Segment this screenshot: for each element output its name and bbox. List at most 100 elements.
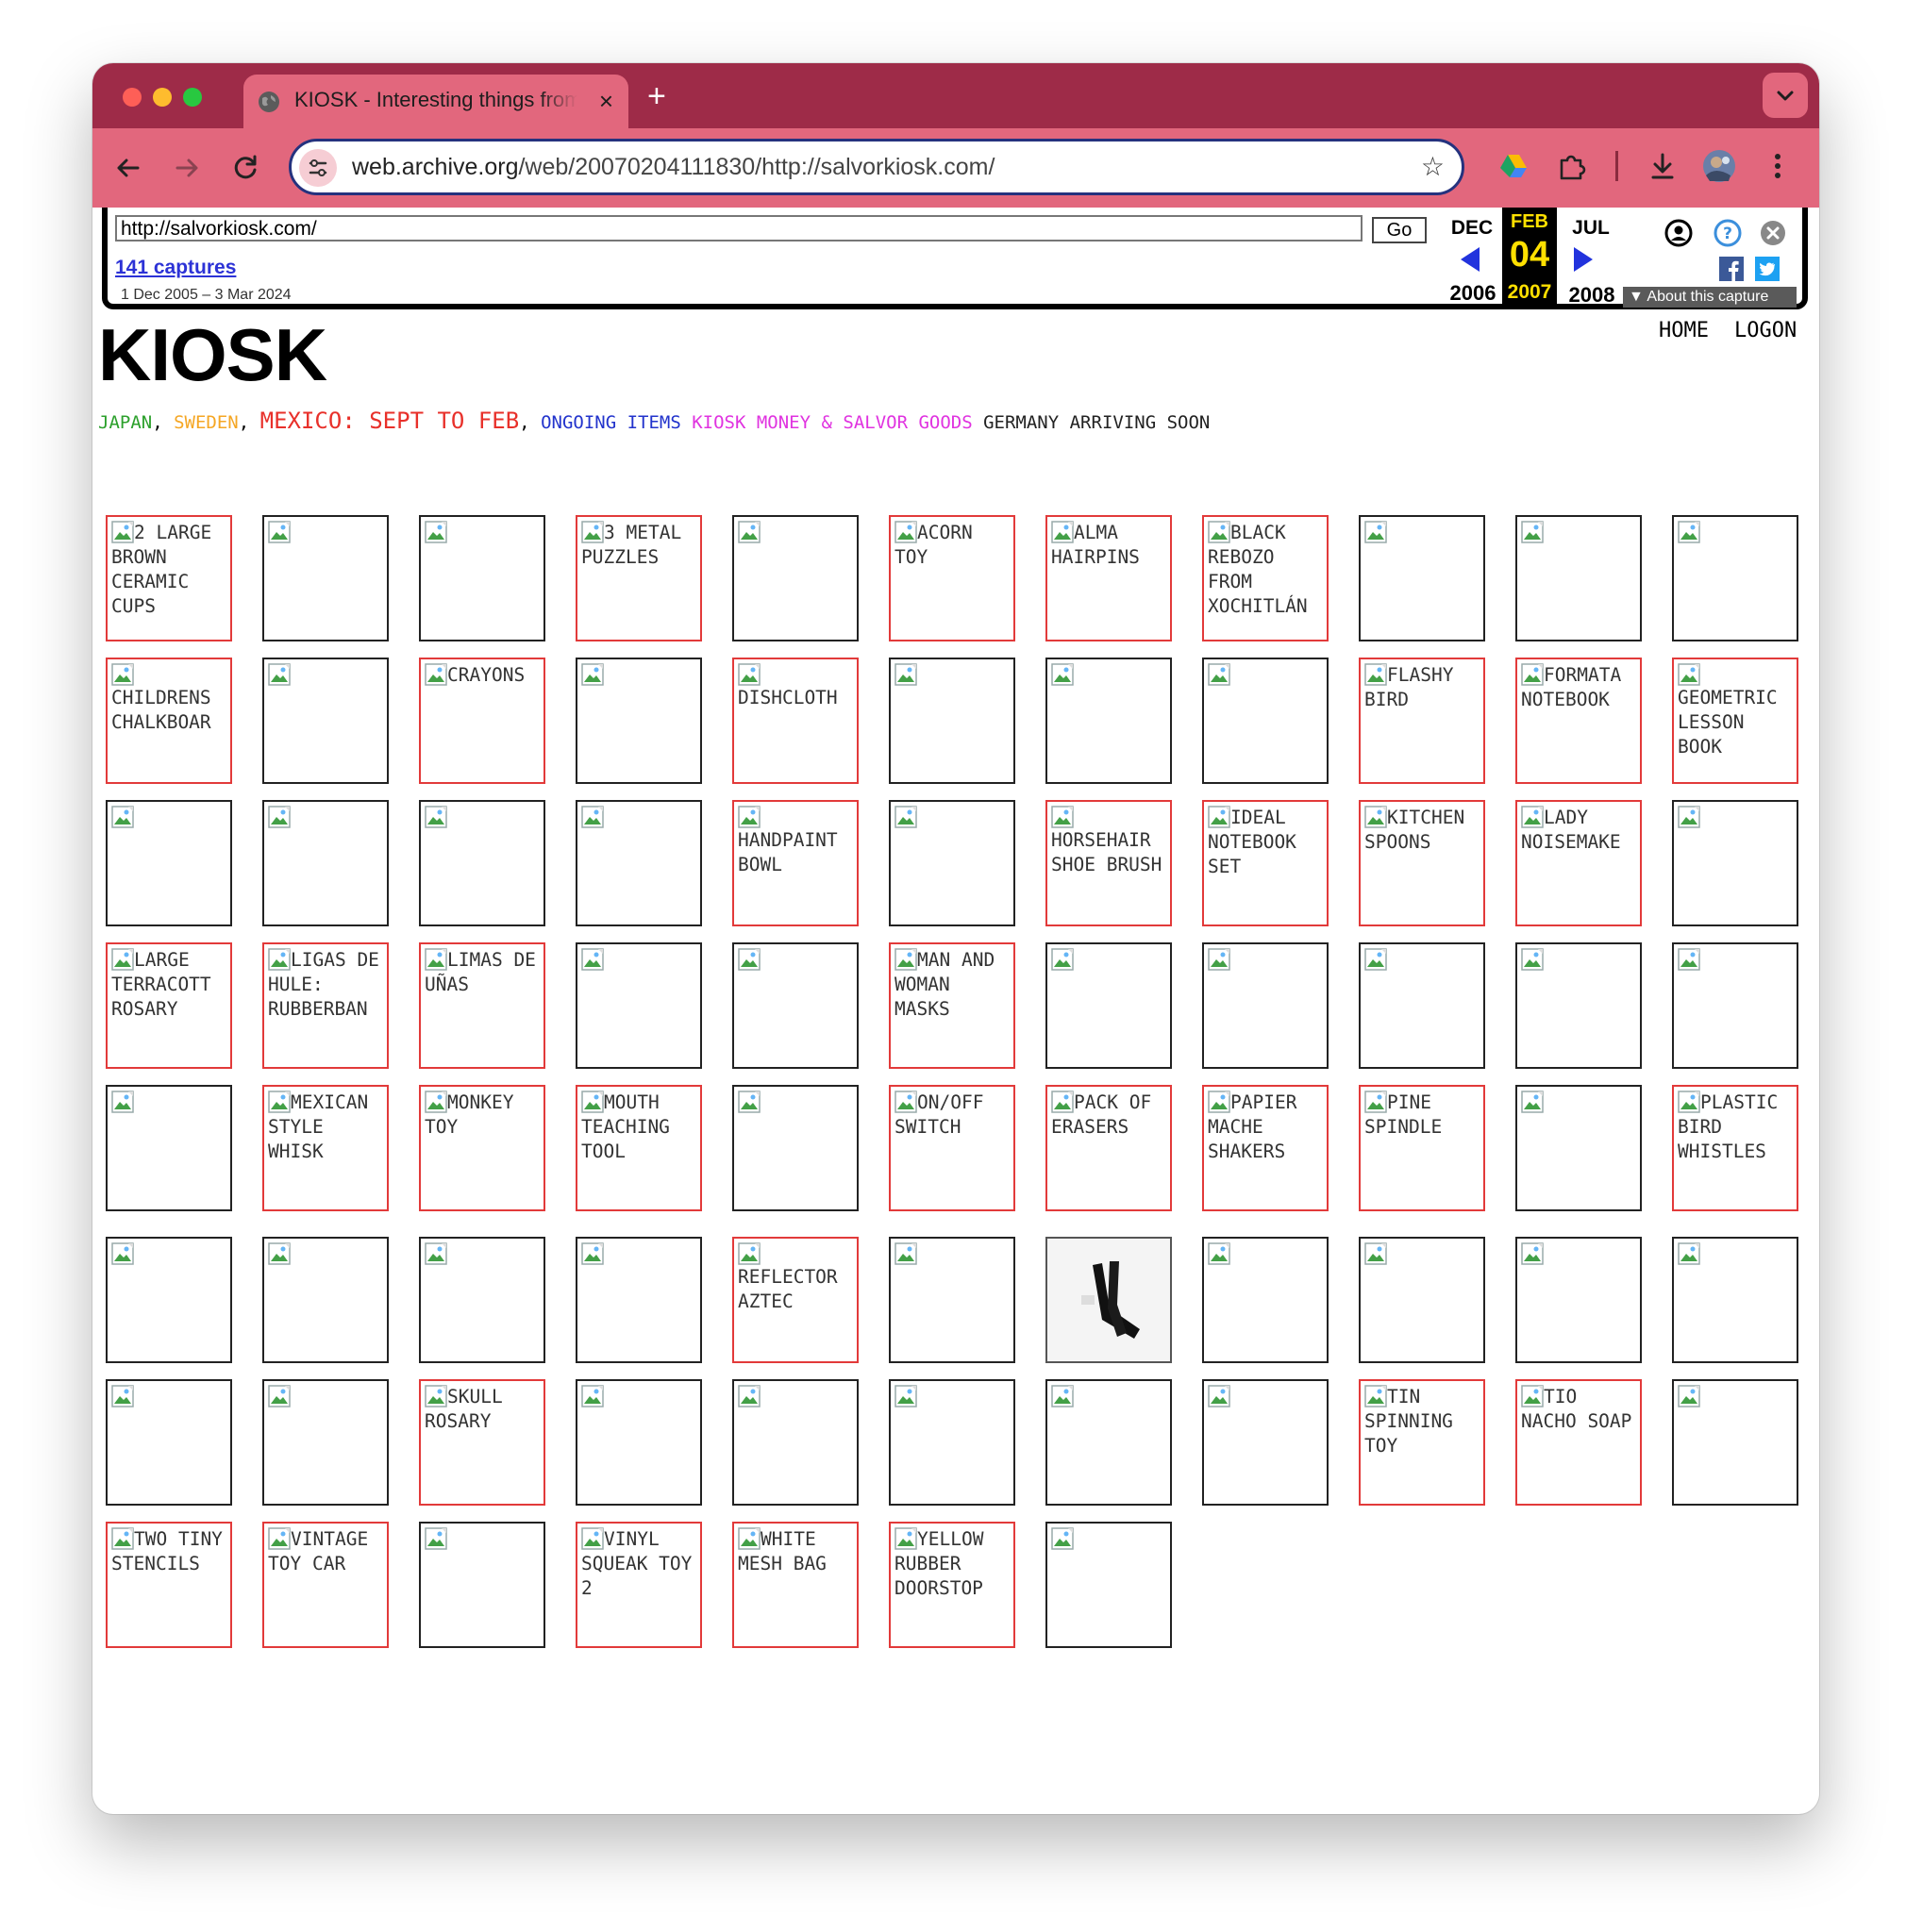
logon-link[interactable]: LOGON	[1734, 319, 1797, 342]
product-tile-empty[interactable]	[1202, 1379, 1329, 1506]
new-tab-button[interactable]: +	[647, 80, 666, 112]
product-tile-empty[interactable]	[1515, 1237, 1642, 1363]
product-tile[interactable]: VINTAGE TOY CAR	[262, 1522, 389, 1648]
google-drive-icon[interactable]	[1495, 147, 1532, 185]
product-tile-empty[interactable]	[1672, 1379, 1798, 1506]
tab-search-button[interactable]	[1763, 73, 1808, 118]
product-tile[interactable]: HANDPAINT BOWL	[732, 800, 859, 926]
product-tile-empty[interactable]	[106, 1379, 232, 1506]
product-tile[interactable]: LIGAS DE HULE: RUBBERBAN	[262, 942, 389, 1069]
product-tile-empty[interactable]	[262, 800, 389, 926]
product-tile[interactable]: GEOMETRIC LESSON BOOK	[1672, 658, 1798, 784]
profile-avatar-icon[interactable]	[1700, 147, 1738, 185]
reload-icon[interactable]	[226, 149, 264, 187]
product-tile-empty[interactable]	[419, 1237, 545, 1363]
product-tile[interactable]: SKULL ROSARY	[419, 1379, 545, 1506]
about-capture-button[interactable]: ▼ About this capture	[1623, 287, 1797, 308]
product-tile-empty[interactable]	[1672, 942, 1798, 1069]
close-wayback-icon[interactable]	[1759, 219, 1787, 247]
product-tile[interactable]: FORMATA NOTEBOOK	[1515, 658, 1642, 784]
product-tile[interactable]: MONKEY TOY	[419, 1085, 545, 1211]
product-tile-empty[interactable]	[732, 942, 859, 1069]
category-link[interactable]: SWEDEN	[174, 412, 239, 433]
product-tile[interactable]: MOUTH TEACHING TOOL	[576, 1085, 702, 1211]
product-tile-empty[interactable]	[889, 800, 1015, 926]
next-year-label[interactable]: 2008	[1561, 283, 1623, 308]
product-tile[interactable]: LADY NOISEMAKE	[1515, 800, 1642, 926]
site-info-icon[interactable]	[299, 149, 337, 187]
product-tile-empty[interactable]	[732, 515, 859, 641]
product-tile-empty[interactable]	[732, 1085, 859, 1211]
product-tile-empty[interactable]	[1202, 658, 1329, 784]
product-tile-empty[interactable]	[419, 515, 545, 641]
product-tile-empty[interactable]	[262, 1237, 389, 1363]
product-tile-empty[interactable]	[1359, 942, 1485, 1069]
product-tile-empty[interactable]	[889, 1379, 1015, 1506]
product-tile-photo[interactable]	[1045, 1237, 1172, 1363]
product-tile[interactable]: YELLOW RUBBER DOORSTOP	[889, 1522, 1015, 1648]
product-tile-empty[interactable]	[889, 658, 1015, 784]
product-tile[interactable]: IDEAL NOTEBOOK SET	[1202, 800, 1329, 926]
product-tile-empty[interactable]	[1045, 1522, 1172, 1648]
back-arrow-icon[interactable]	[109, 149, 147, 187]
category-link[interactable]: KIOSK MONEY & SALVOR GOODS	[692, 412, 972, 433]
product-tile-empty[interactable]	[1045, 942, 1172, 1069]
category-link[interactable]: JAPAN	[98, 412, 152, 433]
product-tile[interactable]: MEXICAN STYLE WHISK	[262, 1085, 389, 1211]
minimize-window-button[interactable]	[153, 88, 172, 107]
product-tile-empty[interactable]	[419, 800, 545, 926]
prev-year-label[interactable]: 2006	[1442, 281, 1504, 306]
captures-link[interactable]: 141 captures	[115, 257, 236, 279]
product-tile[interactable]: FLASHY BIRD	[1359, 658, 1485, 784]
product-tile-empty[interactable]	[106, 800, 232, 926]
tab-close-button[interactable]: ×	[599, 87, 613, 115]
more-menu-icon[interactable]	[1759, 147, 1797, 185]
forward-arrow-icon[interactable]	[168, 149, 206, 187]
extensions-icon[interactable]	[1553, 147, 1591, 185]
product-tile-empty[interactable]	[106, 1085, 232, 1211]
product-tile[interactable]: REFLECTOR AZTEC	[732, 1237, 859, 1363]
product-tile[interactable]: BLACK REBOZO FROM XOCHITLÁN	[1202, 515, 1329, 641]
product-tile-empty[interactable]	[262, 658, 389, 784]
product-tile-empty[interactable]	[576, 1379, 702, 1506]
product-tile-empty[interactable]	[889, 1237, 1015, 1363]
prev-capture-arrow-icon[interactable]	[1457, 245, 1483, 274]
facebook-icon[interactable]	[1719, 257, 1744, 281]
category-link[interactable]: ONGOING ITEMS	[541, 412, 681, 433]
product-tile-empty[interactable]	[1045, 658, 1172, 784]
product-tile-empty[interactable]	[262, 515, 389, 641]
category-link[interactable]: MEXICO: SEPT TO FEB	[260, 408, 520, 434]
product-tile[interactable]: MAN AND WOMAN MASKS	[889, 942, 1015, 1069]
product-tile-empty[interactable]	[576, 800, 702, 926]
product-tile[interactable]: ON/OFF SWITCH	[889, 1085, 1015, 1211]
product-tile[interactable]: TWO TINY STENCILS	[106, 1522, 232, 1648]
product-tile-empty[interactable]	[576, 658, 702, 784]
product-tile[interactable]: WHITE MESH BAG	[732, 1522, 859, 1648]
product-tile[interactable]: DISHCLOTH	[732, 658, 859, 784]
product-tile-empty[interactable]	[1672, 515, 1798, 641]
product-tile-empty[interactable]	[106, 1237, 232, 1363]
product-tile-empty[interactable]	[1202, 1237, 1329, 1363]
product-tile[interactable]: PAPIER MACHE SHAKERS	[1202, 1085, 1329, 1211]
maximize-window-button[interactable]	[183, 88, 202, 107]
product-tile[interactable]: LARGE TERRACOTT ROSARY	[106, 942, 232, 1069]
product-tile[interactable]: ALMA HAIRPINS	[1045, 515, 1172, 641]
tab-active[interactable]: KIOSK - Interesting things from ×	[243, 75, 628, 128]
product-tile[interactable]: PLASTIC BIRD WHISTLES	[1672, 1085, 1798, 1211]
close-window-button[interactable]	[123, 88, 142, 107]
address-bar[interactable]: web.archive.org/web/20070204111830/http:…	[289, 139, 1464, 195]
home-link[interactable]: HOME	[1659, 319, 1709, 342]
product-tile-empty[interactable]	[262, 1379, 389, 1506]
product-tile-empty[interactable]	[576, 942, 702, 1069]
product-tile-empty[interactable]	[1359, 1237, 1485, 1363]
product-tile[interactable]: TIN SPINNING TOY	[1359, 1379, 1485, 1506]
product-tile[interactable]: 3 METAL PUZZLES	[576, 515, 702, 641]
product-tile[interactable]: PINE SPINDLE	[1359, 1085, 1485, 1211]
bookmark-star-icon[interactable]: ☆	[1421, 153, 1445, 181]
product-tile[interactable]: LIMAS DE UÑAS	[419, 942, 545, 1069]
product-tile-empty[interactable]	[1515, 515, 1642, 641]
user-account-icon[interactable]	[1664, 219, 1693, 247]
wayback-go-button[interactable]: Go	[1372, 217, 1427, 243]
product-tile[interactable]: 2 LARGE BROWN CERAMIC CUPS	[106, 515, 232, 641]
product-tile-empty[interactable]	[1515, 1085, 1642, 1211]
